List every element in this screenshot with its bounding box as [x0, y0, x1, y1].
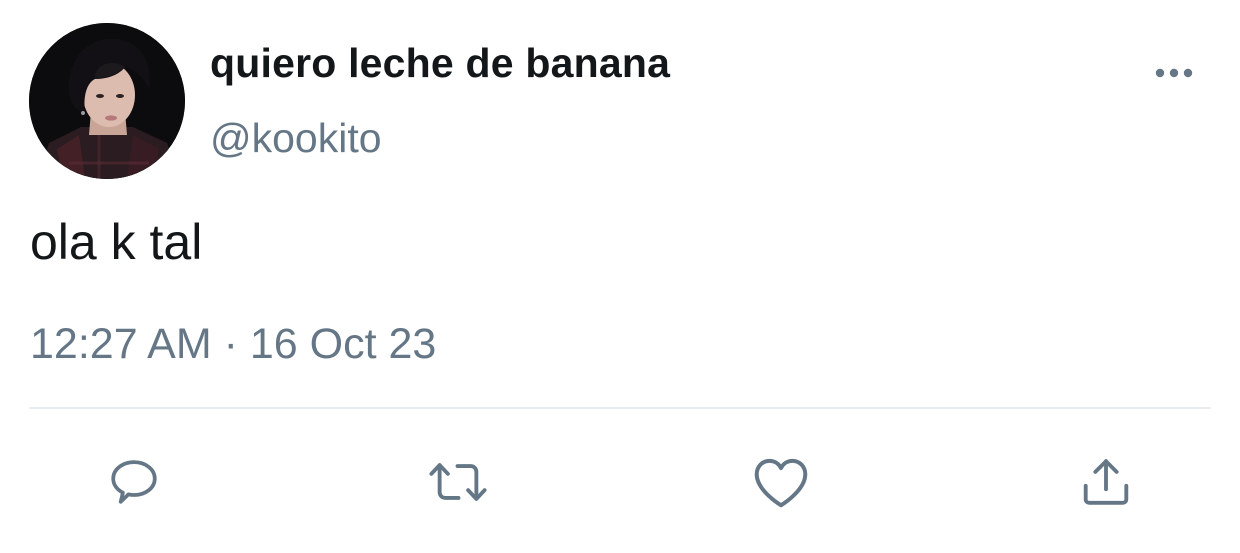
- tweet-text: ola k tal: [30, 214, 203, 270]
- more-options-icon: [1155, 68, 1193, 78]
- retweet-icon: [429, 463, 487, 501]
- reply-button[interactable]: [102, 450, 166, 514]
- display-name[interactable]: quiero leche de banana: [210, 40, 670, 87]
- divider: [29, 407, 1211, 409]
- avatar-image: [29, 23, 185, 179]
- tweet-timestamp[interactable]: 12:27 AM · 16 Oct 23: [30, 320, 436, 369]
- retweet-button[interactable]: [426, 450, 490, 514]
- user-handle[interactable]: @kookito: [210, 115, 382, 162]
- share-button[interactable]: [1074, 450, 1138, 514]
- avatar[interactable]: [29, 23, 185, 179]
- share-icon: [1083, 459, 1129, 505]
- like-button[interactable]: [749, 450, 813, 514]
- more-options-button[interactable]: [1152, 58, 1198, 88]
- heart-icon: [754, 458, 808, 508]
- reply-icon: [111, 460, 157, 504]
